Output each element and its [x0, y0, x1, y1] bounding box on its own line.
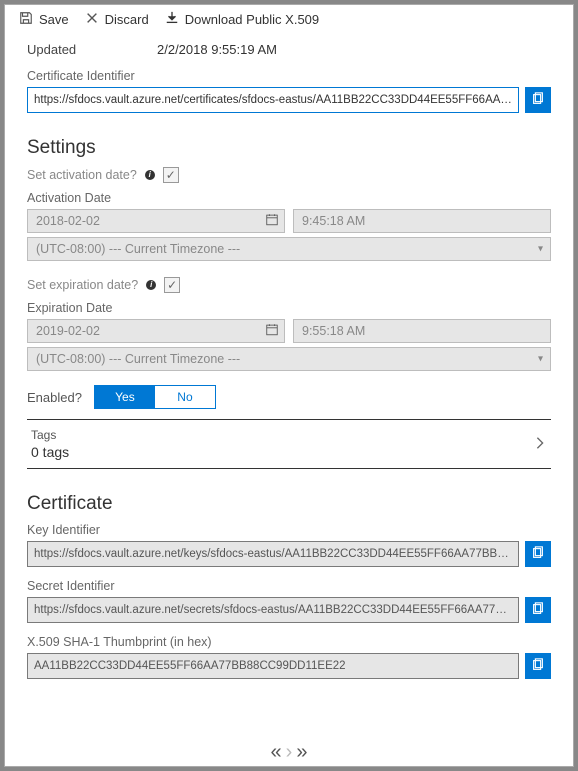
content-area: Updated 2/2/2018 9:55:19 AM Certificate …: [5, 34, 573, 766]
expiration-date-label: Expiration Date: [27, 301, 551, 315]
set-activation-date-label: Set activation date?: [27, 168, 137, 182]
scroll-right-icon[interactable]: ›: [284, 739, 295, 766]
copy-thumbprint-button[interactable]: [525, 653, 551, 679]
scroll-right-fast-icon[interactable]: »: [294, 739, 309, 766]
enabled-label: Enabled?: [27, 390, 82, 405]
info-icon[interactable]: i: [146, 280, 156, 290]
expiration-date-input[interactable]: 2019-02-02: [27, 319, 285, 343]
set-expiration-date-label: Set expiration date?: [27, 278, 138, 292]
discard-label: Discard: [105, 12, 149, 27]
certificate-heading: Certificate: [27, 493, 551, 515]
tags-row[interactable]: Tags 0 tags: [27, 419, 551, 469]
calendar-icon[interactable]: [265, 323, 279, 340]
expiration-timezone-select[interactable]: (UTC-08:00) --- Current Timezone ---: [27, 347, 551, 371]
scroll-left-fast-icon[interactable]: «: [269, 739, 284, 766]
activation-date-input[interactable]: 2018-02-02: [27, 209, 285, 233]
set-expiration-date-checkbox[interactable]: ✓: [164, 277, 180, 293]
activation-time-input[interactable]: 9:45:18 AM: [293, 209, 551, 233]
save-icon: [19, 11, 33, 28]
toolbar: Save Discard Download Public X.509: [5, 5, 573, 34]
tags-count: 0 tags: [31, 444, 69, 460]
copy-secret-identifier-button[interactable]: [525, 597, 551, 623]
discard-button[interactable]: Discard: [85, 11, 149, 28]
set-expiration-date-row: Set expiration date? i ✓: [27, 277, 551, 293]
horizontal-scroll-controls: « › »: [269, 739, 310, 766]
enabled-toggle: Yes No: [94, 385, 216, 409]
expiration-time-input[interactable]: 9:55:18 AM: [293, 319, 551, 343]
activation-date-label: Activation Date: [27, 191, 551, 205]
close-icon: [85, 11, 99, 28]
save-button[interactable]: Save: [19, 11, 69, 28]
chevron-down-icon: ▾: [538, 354, 543, 365]
key-identifier-input[interactable]: [27, 541, 519, 567]
chevron-right-icon: [533, 436, 547, 453]
enabled-no-option[interactable]: No: [155, 386, 215, 408]
download-icon: [165, 11, 179, 28]
enabled-yes-option[interactable]: Yes: [95, 386, 155, 408]
download-label: Download Public X.509: [185, 12, 319, 27]
secret-identifier-input[interactable]: [27, 597, 519, 623]
updated-label: Updated: [27, 42, 157, 57]
thumbprint-input[interactable]: [27, 653, 519, 679]
settings-heading: Settings: [27, 137, 551, 159]
set-activation-date-checkbox[interactable]: ✓: [163, 167, 179, 183]
copy-key-identifier-button[interactable]: [525, 541, 551, 567]
activation-timezone-select[interactable]: (UTC-08:00) --- Current Timezone ---: [27, 237, 551, 261]
copy-icon: [531, 658, 545, 675]
copy-icon: [531, 546, 545, 563]
copy-icon: [531, 92, 545, 109]
enabled-row: Enabled? Yes No: [27, 385, 551, 409]
save-label: Save: [39, 12, 69, 27]
key-identifier-label: Key Identifier: [27, 523, 551, 537]
certificate-identifier-input[interactable]: [27, 87, 519, 113]
tags-label: Tags: [31, 428, 69, 442]
updated-row: Updated 2/2/2018 9:55:19 AM: [27, 42, 551, 57]
certificate-identifier-label: Certificate Identifier: [27, 69, 551, 83]
copy-icon: [531, 602, 545, 619]
secret-identifier-label: Secret Identifier: [27, 579, 551, 593]
copy-certificate-identifier-button[interactable]: [525, 87, 551, 113]
calendar-icon[interactable]: [265, 213, 279, 230]
thumbprint-label: X.509 SHA-1 Thumbprint (in hex): [27, 635, 551, 649]
updated-value: 2/2/2018 9:55:19 AM: [157, 42, 277, 57]
certificate-details-panel: Save Discard Download Public X.509 Updat…: [4, 4, 574, 767]
set-activation-date-row: Set activation date? i ✓: [27, 167, 551, 183]
chevron-down-icon: ▾: [538, 244, 543, 255]
download-public-x509-button[interactable]: Download Public X.509: [165, 11, 319, 28]
info-icon[interactable]: i: [145, 170, 155, 180]
